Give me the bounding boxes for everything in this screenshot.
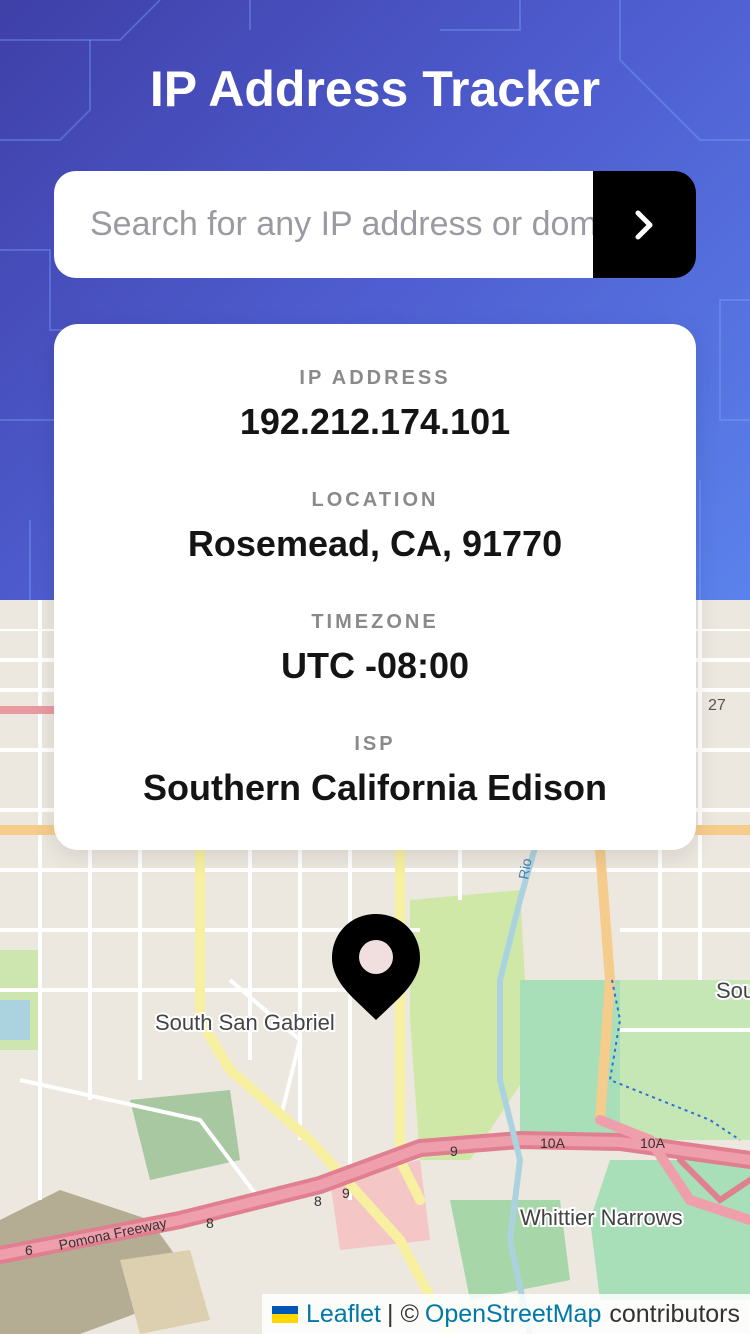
map-road-label-6: 6 [25,1242,33,1258]
map-road-label-10a-2: 10A [640,1135,666,1151]
timezone-value: UTC -08:00 [280,645,470,686]
search-input[interactable] [54,171,593,278]
map-road-label-8-1: 8 [314,1193,322,1209]
attribution-separator: | © [387,1300,419,1328]
map-attribution: Leaflet | © OpenStreetMap contributors [261,1294,750,1334]
location-label: LOCATION [311,489,439,511]
ip-address-block: IP ADDRESS 192.212.174.101 [54,364,696,444]
openstreetmap-link[interactable]: OpenStreetMap [425,1294,602,1334]
attribution-contributors: contributors [609,1300,740,1328]
map-place-label-sou: Sou [716,978,750,1003]
search-submit-button[interactable] [593,171,696,278]
map-road-label-9-2: 9 [342,1185,350,1201]
page-title: IP Address Tracker [149,61,601,117]
isp-label: ISP [354,733,396,755]
timezone-label: TIMEZONE [311,611,439,633]
ip-info-card: IP ADDRESS 192.212.174.101 LOCATION Rose… [54,324,696,850]
map-place-label-south-san-gabriel: South San Gabriel [155,1010,335,1035]
isp-block: ISP Southern California Edison [54,730,696,810]
map-place-label-whittier-narrows: Whittier Narrows [520,1205,683,1230]
location-pin-icon[interactable] [330,912,422,1027]
search-bar [54,171,696,278]
isp-value: Southern California Edison [142,767,608,808]
leaflet-link[interactable]: Leaflet [306,1294,381,1334]
map-road-label-9-1: 9 [450,1143,458,1159]
map-road-label-27: 27 [708,697,726,714]
timezone-block: TIMEZONE UTC -08:00 [54,608,696,688]
ip-address-value: 192.212.174.101 [239,401,511,442]
location-block: LOCATION Rosemead, CA, 91770 [54,486,696,566]
chevron-right-icon [635,210,652,239]
location-value: Rosemead, CA, 91770 [187,523,563,564]
ip-address-label: IP ADDRESS [299,367,451,389]
ukraine-flag-icon [271,1305,298,1323]
map-road-label-10a-1: 10A [540,1135,566,1151]
map-road-label-8-2: 8 [206,1215,214,1231]
